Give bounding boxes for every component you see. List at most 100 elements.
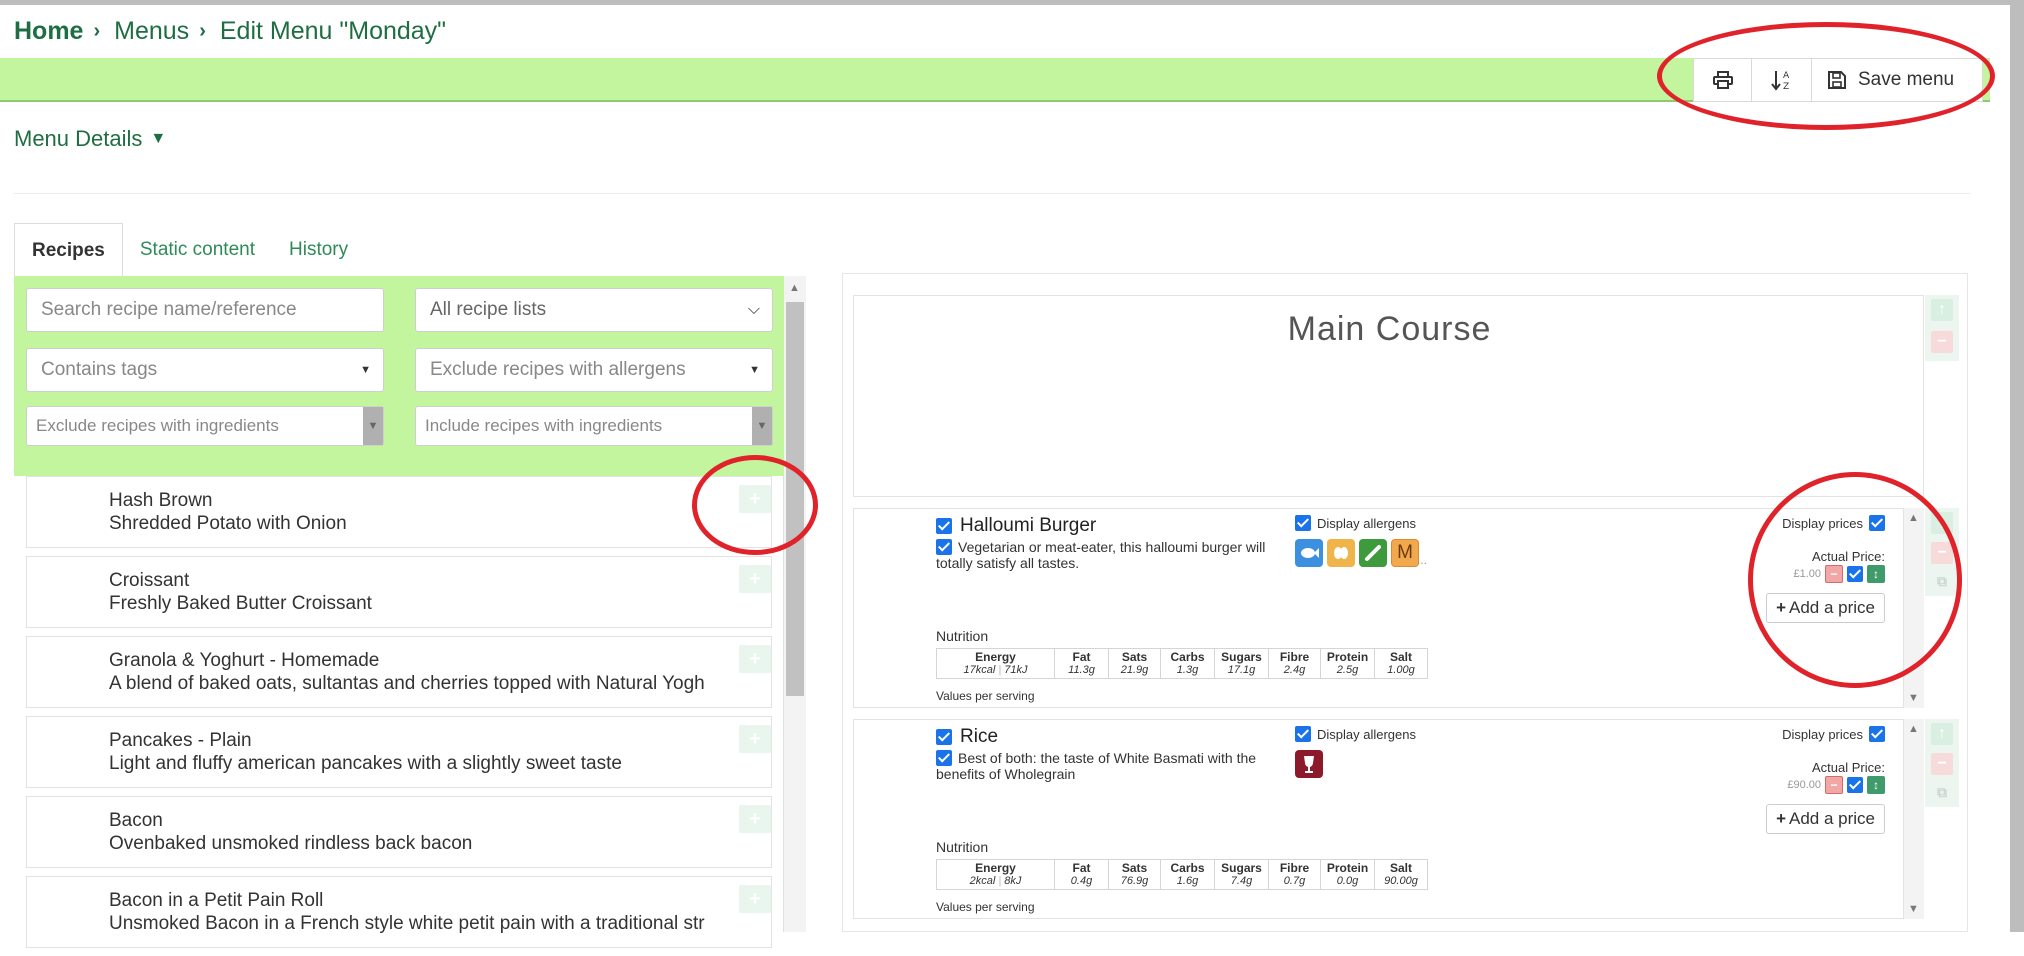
menu-details-toggle[interactable]: Menu Details ▼ <box>14 126 166 152</box>
price-move-icon[interactable]: ↕ <box>1867 565 1885 583</box>
price-move-icon[interactable]: ↕ <box>1867 776 1885 794</box>
display-allergens-label: Display allergens <box>1317 726 1416 742</box>
item-scrollbar[interactable]: ▲ ▼ <box>1904 508 1924 708</box>
nutrition-header: Sugars <box>1221 861 1262 875</box>
save-menu-button[interactable]: Save menu <box>1812 59 1982 101</box>
add-recipe-button[interactable]: + <box>739 725 771 753</box>
display-allergens-checkbox[interactable] <box>1295 515 1311 531</box>
scroll-down-icon[interactable]: ▼ <box>1908 692 1919 704</box>
search-recipe-input[interactable]: Search recipe name/reference <box>26 288 384 332</box>
list-item[interactable]: Bacon Ovenbaked unsmoked rindless back b… <box>26 796 772 868</box>
nutrition-value: 0.7g <box>1283 875 1306 887</box>
display-prices-checkbox[interactable] <box>1869 515 1885 531</box>
add-recipe-button[interactable]: + <box>739 645 771 673</box>
show-description-checkbox[interactable] <box>936 750 952 766</box>
item-controls: ↑ − ⧉ <box>1925 508 1959 596</box>
list-item[interactable]: Granola & Yoghurt - Homemade A blend of … <box>26 636 772 708</box>
include-ingredients-select[interactable]: Include recipes with ingredients ▼ <box>415 406 773 446</box>
recipe-list-select[interactable]: All recipe lists ⌵ <box>415 288 773 332</box>
remove-section-icon[interactable]: − <box>1931 331 1953 353</box>
add-recipe-button[interactable]: + <box>739 885 771 913</box>
scroll-up-icon[interactable]: ▲ <box>1908 512 1919 524</box>
copy-icon[interactable]: ⧉ <box>1931 781 1953 803</box>
menu-item-card: Halloumi Burger Vegetarian or meat-eater… <box>853 508 1904 708</box>
nutrition-fat: Fat 11.3g <box>1055 649 1109 678</box>
menu-item-description-row: Best of both: the taste of White Basmati… <box>936 750 1296 782</box>
remove-price-icon[interactable]: − <box>1825 776 1843 794</box>
contains-tags-select[interactable]: Contains tags ▼ <box>26 348 384 392</box>
price-visible-checkbox[interactable] <box>1847 566 1863 582</box>
remove-item-icon[interactable]: − <box>1931 753 1953 775</box>
tab-static-content[interactable]: Static content <box>123 223 272 277</box>
show-name-checkbox[interactable] <box>936 518 952 534</box>
exclude-ingredients-select[interactable]: Exclude recipes with ingredients ▼ <box>26 406 384 446</box>
menu-item-name: Rice <box>960 726 999 747</box>
tab-recipes[interactable]: Recipes <box>14 223 123 277</box>
nutrition-table: Energy 17kcal | 71kJ Fat 11.3g Sats 21.9… <box>936 648 1428 679</box>
show-name-checkbox[interactable] <box>936 729 952 745</box>
show-description-checkbox[interactable] <box>936 539 952 555</box>
print-button[interactable] <box>1694 59 1752 101</box>
scroll-up-icon[interactable]: ▲ <box>1908 723 1919 735</box>
add-recipe-button[interactable]: + <box>739 565 771 593</box>
copy-icon[interactable]: ⧉ <box>1931 570 1953 592</box>
move-up-icon[interactable]: ↑ <box>1931 723 1953 745</box>
plus-icon: + <box>1776 598 1786 617</box>
nutrition-value: 2kcal | 8kJ <box>969 875 1022 887</box>
caret-down-icon: ▼ <box>360 364 371 376</box>
nutrition-header: Sats <box>1121 861 1148 875</box>
list-item[interactable]: Croissant Freshly Baked Butter Croissant… <box>26 556 772 628</box>
scroll-down-icon[interactable]: ▼ <box>1908 903 1919 915</box>
breadcrumb-menus[interactable]: Menus <box>114 17 189 46</box>
exclude-allergens-placeholder: Exclude recipes with allergens <box>430 359 686 380</box>
display-prices-checkbox[interactable] <box>1869 726 1885 742</box>
menu-details-label: Menu Details <box>14 126 143 151</box>
scrollbar-thumb[interactable] <box>786 302 804 696</box>
more-allergens[interactable]: ... <box>1417 553 1427 567</box>
nutrition-value: 7.4g <box>1230 875 1253 887</box>
add-price-button[interactable]: + Add a price <box>1766 804 1885 834</box>
move-up-icon[interactable]: ↑ <box>1931 299 1953 321</box>
price-value: £90.00 <box>1787 779 1821 791</box>
allergen-icons: M ... <box>1295 539 1427 567</box>
chevron-right-icon: › <box>199 19 206 42</box>
breadcrumb: Home › Menus › Edit Menu "Monday" <box>14 14 446 48</box>
caret-down-icon: ▼ <box>749 364 760 376</box>
nutrition-fibre: Fibre 2.4g <box>1269 649 1321 678</box>
item-scrollbar[interactable]: ▲ ▼ <box>1904 719 1924 919</box>
nutrition-value: 76.9g <box>1120 875 1149 887</box>
tab-history[interactable]: History <box>272 223 365 277</box>
price-area: Display prices Actual Price: £1.00 − ↕ +… <box>1745 515 1885 623</box>
exclude-allergens-select[interactable]: Exclude recipes with allergens ▼ <box>415 348 773 392</box>
add-recipe-button[interactable]: + <box>739 485 771 513</box>
list-item[interactable]: Hash Brown Shredded Potato with Onion + <box>26 476 772 548</box>
recipe-name: Granola & Yoghurt - Homemade <box>109 650 380 671</box>
section-title[interactable]: Main Course <box>854 310 1925 349</box>
price-visible-checkbox[interactable] <box>1847 777 1863 793</box>
values-per-serving: Values per serving <box>936 689 1035 703</box>
nutrition-protein: Protein 2.5g <box>1321 649 1375 678</box>
nutrition-value: 17kcal | 71kJ <box>963 664 1028 676</box>
recipe-name: Pancakes - Plain <box>109 730 252 751</box>
add-recipe-button[interactable]: + <box>739 805 771 833</box>
remove-price-icon[interactable]: − <box>1825 565 1843 583</box>
move-up-icon[interactable]: ↑ <box>1931 512 1953 534</box>
display-allergens-checkbox[interactable] <box>1295 726 1311 742</box>
remove-item-icon[interactable]: − <box>1931 542 1953 564</box>
plus-icon: + <box>1776 809 1786 828</box>
add-price-button[interactable]: + Add a price <box>1766 593 1885 623</box>
recipe-name: Bacon in a Petit Pain Roll <box>109 890 324 911</box>
display-allergens-toggle: Display allergens <box>1295 515 1416 531</box>
list-item[interactable]: Bacon in a Petit Pain Roll Unsmoked Baco… <box>26 876 772 948</box>
values-per-serving: Values per serving <box>936 900 1035 914</box>
breadcrumb-home[interactable]: Home <box>14 17 83 46</box>
scroll-up-icon[interactable]: ▲ <box>789 282 800 294</box>
item-controls: ↑ − ⧉ <box>1925 719 1959 807</box>
sort-button[interactable]: A Z <box>1752 59 1812 101</box>
display-prices-toggle: Display prices <box>1745 515 1885 531</box>
nutrition-header: Carbs <box>1170 861 1205 875</box>
recipe-list-scrollbar[interactable]: ▲ <box>784 276 806 932</box>
divider <box>14 193 1970 194</box>
list-item[interactable]: Pancakes - Plain Light and fluffy americ… <box>26 716 772 788</box>
nutrition-table: Energy 2kcal | 8kJ Fat 0.4g Sats 76.9g C… <box>936 859 1428 890</box>
